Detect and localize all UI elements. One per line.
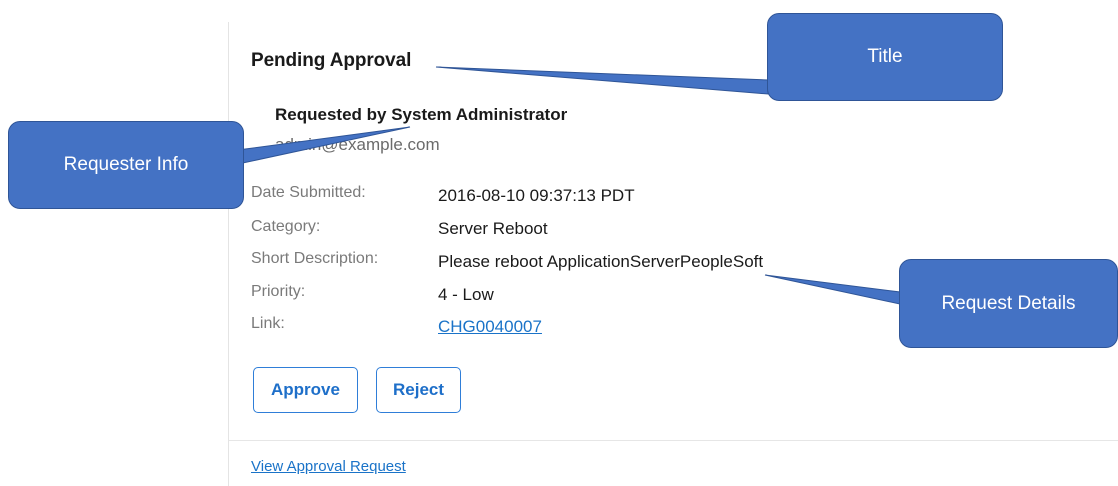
detail-value-category: Server Reboot <box>438 219 548 238</box>
detail-label-link: Link: <box>251 315 285 332</box>
detail-label-category: Category: <box>251 218 321 235</box>
reject-button[interactable]: Reject <box>376 367 461 413</box>
detail-value-date-submitted: 2016-08-10 09:37:13 PDT <box>438 186 635 205</box>
request-details-callout: Request Details <box>899 259 1118 348</box>
detail-label-priority: Priority: <box>251 283 306 300</box>
requester-email: admin@example.com <box>275 135 440 154</box>
title-callout: Title <box>767 13 1003 101</box>
detail-label-short-description: Short Description: <box>251 250 379 267</box>
change-request-link[interactable]: CHG0040007 <box>438 317 542 337</box>
requester-info-callout: Requester Info <box>8 121 244 209</box>
footer-divider <box>229 440 1118 441</box>
detail-value-priority: 4 - Low <box>438 285 494 304</box>
detail-label-date-submitted: Date Submitted: <box>251 184 366 201</box>
view-approval-request-link[interactable]: View Approval Request <box>251 458 406 475</box>
detail-value-short-description: Please reboot ApplicationServerPeopleSof… <box>438 252 764 271</box>
requester-name: Requested by System Administrator <box>275 105 568 124</box>
card-title: Pending Approval <box>251 50 412 71</box>
approve-button[interactable]: Approve <box>253 367 358 413</box>
